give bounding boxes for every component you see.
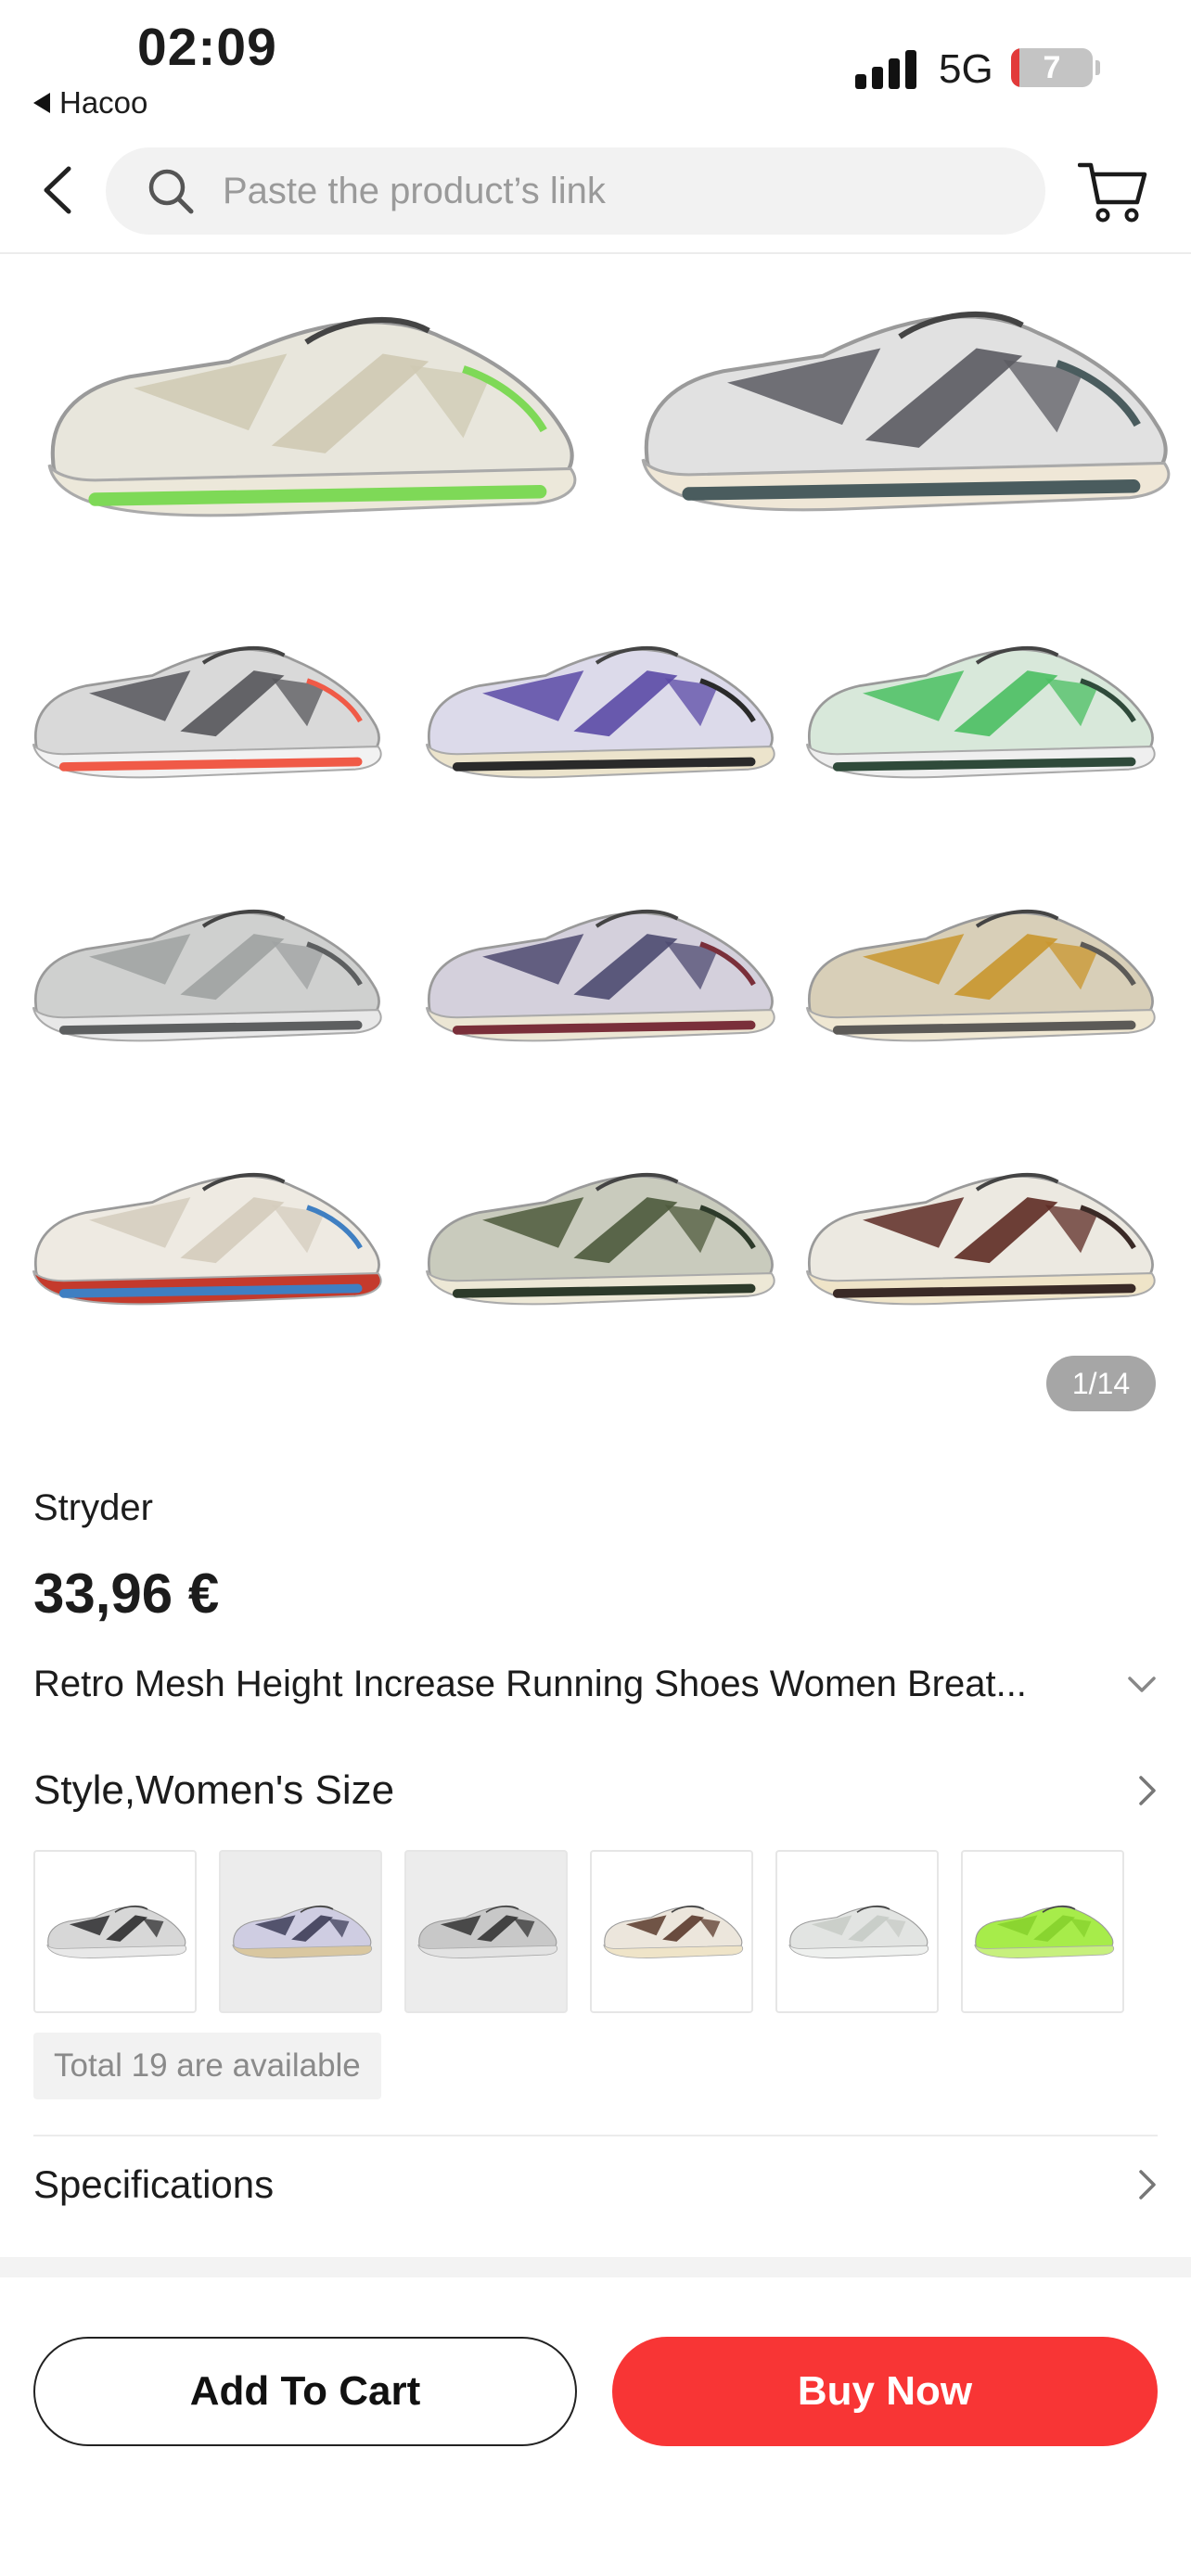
search-input[interactable] [221, 169, 967, 213]
back-chevron-icon[interactable] [37, 163, 78, 217]
variant-thumbnail[interactable] [590, 1850, 753, 2013]
specifications-label: Specifications [33, 2162, 275, 2206]
buy-now-button[interactable]: Buy Now [612, 2337, 1158, 2446]
network-label: 5G [939, 46, 993, 92]
battery-icon: 7 [1011, 48, 1093, 87]
back-app-label: Hacoo [59, 85, 148, 120]
signal-icon [855, 50, 916, 89]
battery-nub [1095, 60, 1100, 75]
search-icon [148, 169, 194, 214]
variant-shoe-image [603, 1905, 744, 1958]
gallery-image [32, 311, 1171, 1306]
gallery-shoe [425, 645, 775, 779]
availability-badge: Total 19 are available [33, 2033, 381, 2099]
back-to-app-link[interactable]: Hacoo [33, 85, 147, 121]
add-to-cart-button[interactable]: Add To Cart [33, 2337, 577, 2446]
style-size-label: Style,Women's Size [33, 1767, 395, 1813]
variant-shoe-image [974, 1905, 1115, 1958]
image-counter: 1/14 [1046, 1356, 1156, 1411]
gallery-shoe [32, 909, 382, 1042]
gallery-shoe [47, 316, 577, 517]
gallery-shoe [805, 1172, 1156, 1306]
product-title: Retro Mesh Height Increase Running Shoes… [33, 1664, 1027, 1704]
gallery-shoe [32, 1172, 382, 1306]
variant-thumbnail[interactable] [404, 1850, 568, 2013]
variant-shoe-image [417, 1905, 558, 1958]
search-bar[interactable] [106, 147, 1045, 235]
chevron-down-icon [1128, 1676, 1156, 1692]
variant-shoe-image [788, 1905, 929, 1958]
chevron-right-icon [1139, 1776, 1156, 1805]
variant-thumbnail[interactable] [219, 1850, 382, 2013]
divider [33, 2135, 1158, 2136]
product-title-row[interactable]: Retro Mesh Height Increase Running Shoes… [33, 1664, 1158, 1705]
product-image-gallery[interactable] [0, 254, 1191, 1422]
gallery-shoe [641, 311, 1171, 512]
variant-thumbnails [33, 1850, 1124, 2013]
status-time: 02:09 [137, 18, 277, 77]
section-divider [0, 2257, 1191, 2277]
product-price: 33,96 € [33, 1562, 220, 1625]
style-size-selector[interactable]: Style,Women's Size [33, 1767, 1158, 1814]
battery-percent: 7 [1043, 50, 1061, 85]
gallery-shoe [805, 645, 1156, 779]
variant-thumbnail[interactable] [961, 1850, 1124, 2013]
gallery-shoe [425, 909, 775, 1042]
chevron-right-icon [1139, 2170, 1156, 2200]
variant-shoe-image [232, 1905, 373, 1958]
variant-thumbnail[interactable] [33, 1850, 197, 2013]
variant-thumbnail[interactable] [775, 1850, 939, 2013]
specifications-row[interactable]: Specifications [33, 2162, 1158, 2207]
back-triangle-icon [33, 93, 50, 113]
cart-icon[interactable] [1078, 159, 1148, 224]
gallery-shoe [425, 1172, 775, 1306]
gallery-shoe [805, 909, 1156, 1042]
product-brand: Stryder [33, 1487, 153, 1528]
variant-shoe-image [46, 1905, 187, 1958]
gallery-shoe [32, 645, 382, 779]
